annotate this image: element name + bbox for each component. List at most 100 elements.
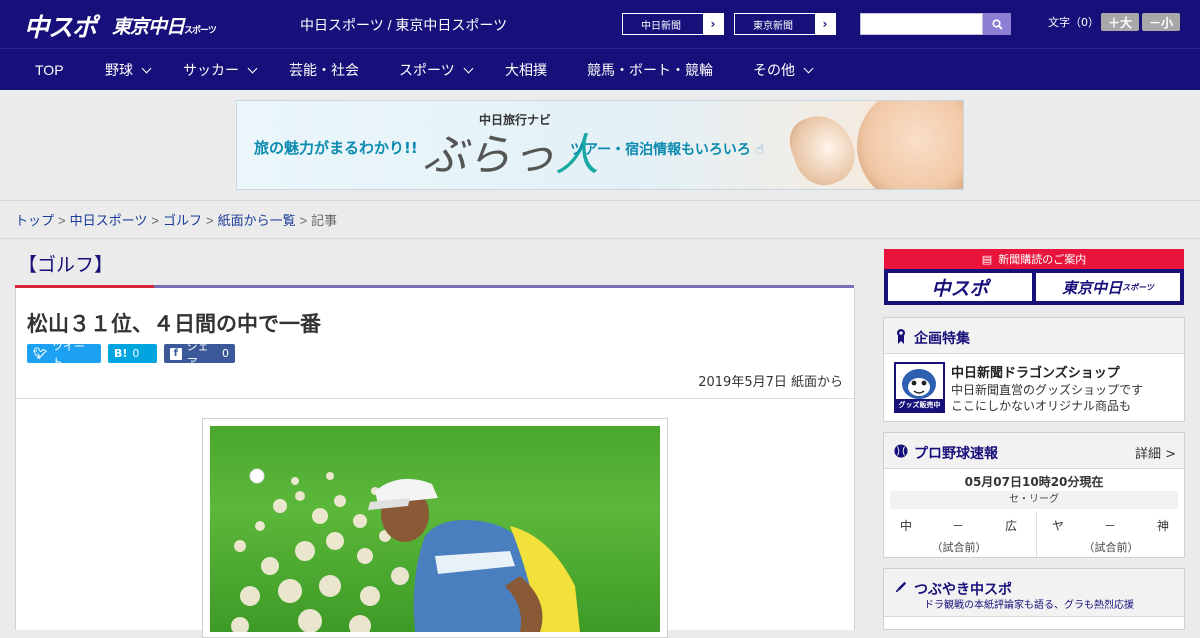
breadcrumb-separator: > (205, 213, 214, 228)
main-nav: TOP 野球 サッカー 芸能・社会 スポーツ 大相撲 競馬・ボート・競輪 その他 (0, 48, 1200, 90)
nav-item-sports[interactable]: スポーツ (399, 49, 474, 91)
tokyo-shimbun-link[interactable]: 東京新聞 › (734, 13, 836, 35)
article-title: 松山３１位、４日間の中で一番 (27, 313, 321, 336)
hatena-bookmark-button[interactable]: B! 0 (108, 344, 157, 363)
team-home: 中 (900, 519, 913, 533)
golfer-illustration (231, 468, 580, 632)
chevron-down-icon (803, 63, 814, 73)
team-home: ヤ (1052, 519, 1065, 533)
ribbon-icon (897, 329, 905, 344)
tokyo-chunichi-logo[interactable]: 東京中日スポーツ (112, 12, 217, 39)
facebook-count: 0 (222, 347, 229, 360)
font-larger-button[interactable]: ＋大 (1101, 13, 1139, 31)
breadcrumb-divider (0, 238, 1200, 239)
tweets-header[interactable]: つぶやき中スポ ドラ観戦の本紙評論家も語る、グラも熱烈応援 (884, 569, 1184, 617)
golfer-bunker-photo[interactable] (210, 426, 660, 632)
score-dash: － (1104, 519, 1117, 533)
baseball-detail-link[interactable]: 詳細 > (1135, 443, 1176, 462)
tokyo-shimbun-label: 東京新聞 (753, 20, 793, 32)
travel-ad-banner[interactable]: 旅の魅力がまるわかり!! 中日旅行ナビ ぶらっ人 ツアー・宿泊情報もいろいろ ☝ (236, 100, 964, 190)
baseball-scores-panel: プロ野球速報 詳細 > 05月07日10時20分現在 セ・リーグ 中 － 広 （… (883, 432, 1185, 558)
breadcrumb-golf[interactable]: ゴルフ (163, 213, 202, 228)
facebook-label: シェア (186, 339, 209, 369)
nav-item-top[interactable]: TOP (35, 49, 64, 91)
dragons-shop-image[interactable]: グッズ販売中 (894, 362, 945, 413)
shop-description: 中日新聞直営のグッズショップです ここにしかないオリジナル商品も (951, 382, 1143, 414)
search-button[interactable] (983, 13, 1011, 35)
subscription-heading: 新聞購読のご案内 (998, 253, 1087, 266)
baseball-heading: プロ野球速報 (914, 445, 998, 461)
subscribe-tokyo-button[interactable]: 東京中日 スポーツ (1036, 273, 1180, 301)
nav-label: サッカー (183, 62, 239, 78)
facebook-icon: f (170, 347, 182, 360)
shop-title-link[interactable]: 中日新聞ドラゴンズショップ (951, 362, 1120, 381)
nav-item-soccer[interactable]: サッカー (183, 49, 258, 91)
league-label: セ・リーグ (890, 491, 1178, 509)
nav-item-racing[interactable]: 競馬・ボート・競輪 (587, 49, 713, 91)
tweets-panel: つぶやき中スポ ドラ観戦の本紙評論家も語る、グラも熱烈応援 (883, 568, 1185, 630)
breadcrumb-chunichi-sports[interactable]: 中日スポーツ (70, 213, 148, 228)
article-divider (16, 398, 854, 399)
nav-item-baseball[interactable]: 野球 (105, 49, 152, 91)
article-date: 2019年5月7日 紙面から (698, 375, 843, 390)
subscription-box: ▤ 新聞購読のご案内 中スポ 東京中日 スポーツ (884, 249, 1184, 305)
nav-label: 大相撲 (505, 62, 547, 78)
font-smaller-button[interactable]: －小 (1142, 13, 1180, 31)
chunichi-shimbun-link[interactable]: 中日新聞 › (622, 13, 724, 35)
hatena-count: 0 (132, 347, 140, 360)
nav-label: 競馬・ボート・競輪 (587, 62, 713, 78)
article-photo-frame (202, 418, 668, 638)
feature-panel: 企画特集 グッズ販売中 中日新聞ドラゴンズショップ 中日新聞直営のグッズショップ… (883, 317, 1185, 422)
game-row[interactable]: 中 － 広 （試合前） (884, 511, 1034, 557)
twitter-icon: 🐦︎ (33, 347, 47, 360)
chevron-down-icon (247, 63, 258, 73)
ad-zone: 旅の魅力がまるわかり!! 中日旅行ナビ ぶらっ人 ツアー・宿泊情報もいろいろ ☝ (0, 90, 1200, 201)
feature-header: 企画特集 (884, 318, 1184, 354)
game-status: （試合前） (1083, 541, 1139, 554)
chevron-right-icon: › (815, 14, 835, 34)
search-icon (991, 18, 1003, 30)
game-status: （試合前） (931, 541, 987, 554)
breadcrumb-current: 記事 (311, 213, 338, 228)
nav-label: 芸能・社会 (289, 62, 359, 78)
banner-right-label: ツアー・宿泊情報もいろいろ (570, 142, 751, 158)
woman-photo (857, 101, 963, 189)
site-title[interactable]: 中日スポーツ / 東京中日スポーツ (300, 15, 507, 35)
font-size-label: 文字（0） (1048, 16, 1099, 29)
nav-item-entertainment[interactable]: 芸能・社会 (289, 49, 359, 91)
tweet-label: ツイート (51, 339, 85, 369)
game-row[interactable]: ヤ － 神 （試合前） (1036, 511, 1186, 557)
shell-image (782, 106, 864, 189)
banner-right-text: ツアー・宿泊情報もいろいろ ☝ (570, 139, 764, 159)
score-timestamp: 05月07日10時20分現在 (964, 475, 1104, 489)
breadcrumb-separator: > (299, 213, 308, 228)
subscribe-tokyo-small: スポーツ (1122, 282, 1154, 292)
breadcrumb: トップ > 中日スポーツ > ゴルフ > 紙面から一覧 > 記事 (15, 210, 337, 229)
pen-icon (895, 581, 907, 593)
search-input[interactable] (860, 13, 983, 35)
shop-desc-line-2: ここにしかないオリジナル商品も (951, 399, 1132, 413)
shop-badge-text: グッズ販売中 (898, 401, 941, 409)
chuspo-logo[interactable]: 中スポ (24, 8, 97, 44)
chevron-down-icon (141, 63, 152, 73)
banner-logo-a: ぶらっ (423, 130, 555, 181)
nav-item-sumo[interactable]: 大相撲 (505, 49, 547, 91)
tweet-button[interactable]: 🐦︎ ツイート (27, 340, 101, 369)
nav-item-other[interactable]: その他 (753, 49, 814, 91)
category-heading: 【ゴルフ】 (18, 255, 114, 276)
subscribe-chuspo-button[interactable]: 中スポ (888, 273, 1032, 301)
feature-heading: 企画特集 (914, 330, 970, 346)
top-header: 中スポ 東京中日スポーツ 中日スポーツ / 東京中日スポーツ 中日新聞 › 東京… (0, 0, 1200, 48)
facebook-share-button[interactable]: f シェア 0 (164, 340, 235, 369)
baseball-icon (894, 444, 908, 458)
breadcrumb-separator: > (58, 213, 66, 228)
team-away: 神 (1157, 519, 1170, 533)
nav-label: スポーツ (399, 62, 455, 78)
chevron-down-icon (463, 63, 474, 73)
tokyo-logo-small: スポーツ (184, 26, 217, 36)
tweets-subheading: ドラ観戦の本紙評論家も語る、グラも熱烈応援 (924, 600, 1134, 611)
score-dash: － (952, 519, 965, 533)
breadcrumb-top[interactable]: トップ (15, 213, 54, 228)
breadcrumb-separator: > (151, 213, 159, 228)
breadcrumb-paper-list[interactable]: 紙面から一覧 (218, 213, 296, 228)
